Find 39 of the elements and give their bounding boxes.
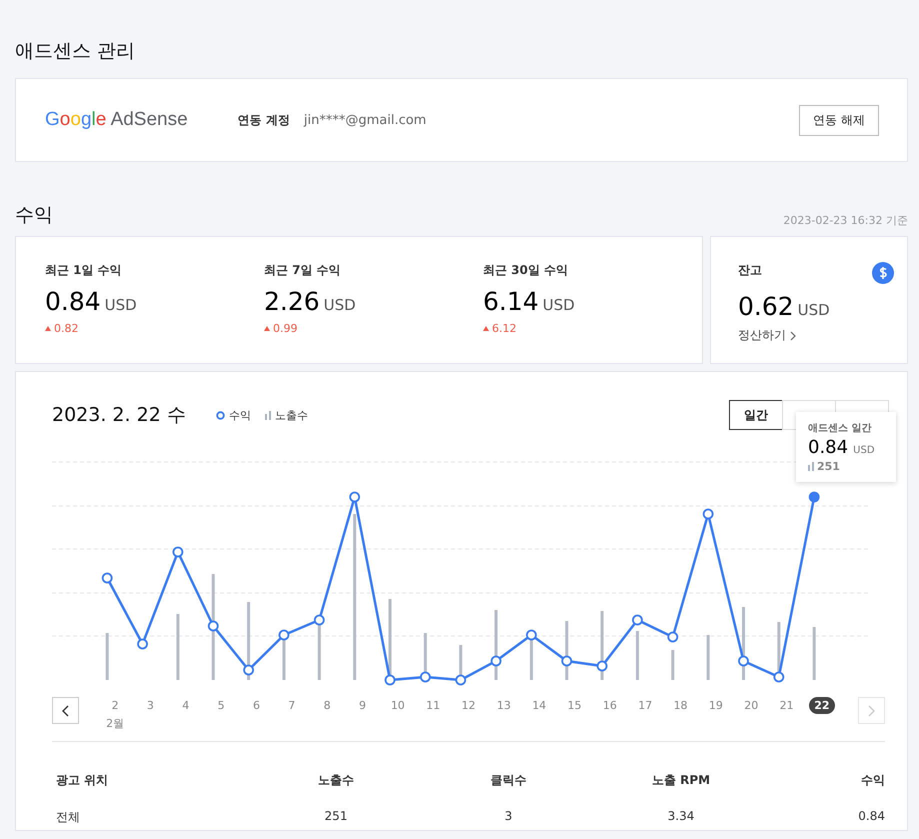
account-label: 연동 계정 [238,112,290,128]
timestamp: 2023-02-23 16:32 기준 [783,213,908,228]
balance-value: 0.62 [738,292,794,321]
table-cell-text: 3.34 [666,809,696,825]
stat-value: 0.84 [45,287,101,316]
tooltip-impressions: 251 [817,460,840,473]
column-header: 수익 [860,772,885,789]
stat-label: 최근 1일 수익 [45,262,123,279]
stat-change: 0.99 [273,322,298,335]
currency-unit: USD [104,296,137,314]
currency-unit: USD [798,301,830,319]
stat-label: 최근 7일 수익 [264,262,342,279]
balance-label: 잔고 [738,262,762,279]
stat-change: 0.82 [54,322,78,335]
section-title: 수익 [15,203,53,228]
account-email: jin****@gmail.com [304,112,428,128]
column-header: 클릭수 [490,772,528,789]
currency-unit: USD [542,296,575,314]
legend-label: 수익 [228,408,251,422]
currency-unit: USD [853,445,875,456]
table-cell-text: 3 [504,809,514,825]
currency-unit: USD [324,296,356,314]
stat-value: 2.26 [264,287,320,316]
adsense-logo: Google AdSense [45,109,188,131]
column-header: 광고 위치 [56,772,110,789]
stat-value: 6.14 [483,287,539,316]
table-cell-text: 전체 [56,809,81,826]
page-title: 애드센스 관리 [15,39,136,64]
table-cell-text: 0.84 [857,809,885,825]
legend-label: 노출수 [274,408,308,422]
tooltip-title: 애드센스 일간 [808,422,872,435]
stat-label: 최근 30일 수익 [483,262,570,279]
stat-change: 6.12 [492,322,516,335]
table-cell-text: 251 [324,809,348,825]
tooltip-value: 0.84 [808,437,848,458]
chart-date: 2023. 2. 22 수 [52,403,186,428]
column-header: 노출 RPM [650,772,712,789]
column-header: 노출수 [317,772,355,789]
month-label: 2월 [106,716,124,731]
